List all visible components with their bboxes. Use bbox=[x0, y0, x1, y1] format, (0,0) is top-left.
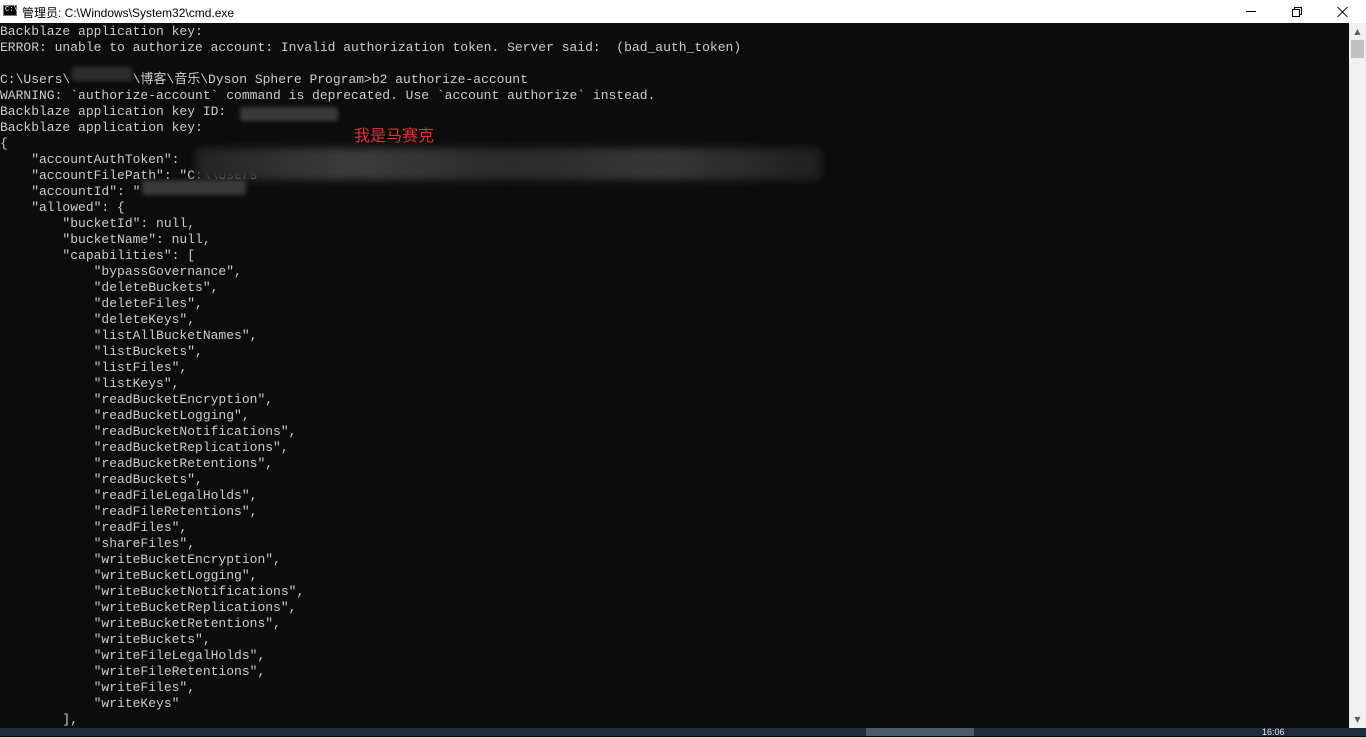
console-line: "writeBucketRetentions", bbox=[0, 616, 281, 631]
console-line: "bucketName": null, bbox=[0, 232, 211, 247]
window-title: 管理员: C:\Windows\System32\cmd.exe bbox=[22, 6, 235, 20]
console-line: Backblaze application key: bbox=[0, 24, 203, 39]
console-line: "writeBucketEncryption", bbox=[0, 552, 281, 567]
console-line: ], bbox=[0, 712, 79, 727]
console-line: "readBucketReplications", bbox=[0, 440, 289, 455]
console-line: "readFiles", bbox=[0, 520, 188, 535]
minimize-icon bbox=[1246, 11, 1256, 12]
console-line: "deleteBuckets", bbox=[0, 280, 219, 295]
console-line: "readFileLegalHolds", bbox=[0, 488, 258, 503]
console-line: Backblaze application key ID: bbox=[0, 104, 227, 119]
console-line: "writeBucketLogging", bbox=[0, 568, 258, 583]
console-line: "readBucketRetentions", bbox=[0, 456, 274, 471]
console-line: "readBucketEncryption", bbox=[0, 392, 274, 407]
redacted-username-mosaic bbox=[72, 67, 132, 81]
console-line: "listFiles", bbox=[0, 360, 188, 375]
console-line: "writeFileRetentions", bbox=[0, 664, 266, 679]
taskbar: 16:06 bbox=[0, 727, 1366, 737]
console-line: "writeFileLegalHolds", bbox=[0, 648, 266, 663]
scroll-down-arrow-icon[interactable]: ▼ bbox=[1349, 711, 1366, 728]
close-icon bbox=[1337, 6, 1349, 18]
console-line: "writeKeys" bbox=[0, 696, 180, 711]
restore-icon bbox=[1292, 6, 1302, 17]
console-line: "listKeys", bbox=[0, 376, 180, 391]
console-line: "writeBucketNotifications", bbox=[0, 584, 305, 599]
console-line: "writeFiles", bbox=[0, 680, 196, 695]
console-line: "listAllBucketNames", bbox=[0, 328, 258, 343]
mosaic-annotation-label: 我是马赛克 bbox=[354, 126, 435, 145]
console-line: "readBuckets", bbox=[0, 472, 203, 487]
console-line: "readFileRetentions", bbox=[0, 504, 258, 519]
close-button[interactable] bbox=[1320, 0, 1366, 23]
console-output[interactable]: Backblaze application key: ERROR: unable … bbox=[0, 23, 1349, 728]
console-line: "listBuckets", bbox=[0, 344, 203, 359]
console-line: "accountId": " bbox=[0, 184, 141, 199]
console-line: WARNING: `authorize-account` command is … bbox=[0, 88, 656, 103]
redacted-account-id-mosaic bbox=[142, 180, 246, 195]
console-line: "writeBuckets", bbox=[0, 632, 211, 647]
console-line: "shareFiles", bbox=[0, 536, 196, 551]
scrollbar-thumb[interactable] bbox=[1351, 40, 1364, 58]
console-line: "allowed": { bbox=[0, 200, 125, 215]
console-line: "bucketId": null, bbox=[0, 216, 196, 231]
cmd-app-icon[interactable]: C:\ bbox=[3, 5, 18, 16]
scroll-up-arrow-icon[interactable]: ▲ bbox=[1349, 23, 1366, 40]
console-line: "deleteKeys", bbox=[0, 312, 196, 327]
console-line: ERROR: unable to authorize account: Inva… bbox=[0, 40, 742, 55]
console-line: "bypassGovernance", bbox=[0, 264, 242, 279]
console-line: "deleteFiles", bbox=[0, 296, 203, 311]
console-line: "writeBucketReplications", bbox=[0, 600, 297, 615]
redacted-key-id-mosaic bbox=[240, 107, 338, 121]
console-line: "capabilities": [ bbox=[0, 248, 196, 263]
title-bar[interactable]: C:\ 管理员: C:\Windows\System32\cmd.exe bbox=[0, 0, 1366, 23]
vertical-scrollbar[interactable]: ▲ ▼ bbox=[1349, 23, 1366, 728]
console-line: "readBucketNotifications", bbox=[0, 424, 297, 439]
console-line: "readBucketLogging", bbox=[0, 408, 250, 423]
restore-button[interactable] bbox=[1274, 0, 1320, 23]
taskbar-active-app[interactable] bbox=[866, 728, 974, 736]
minimize-button[interactable] bbox=[1228, 0, 1274, 23]
redacted-auth-token-mosaic bbox=[196, 148, 821, 180]
